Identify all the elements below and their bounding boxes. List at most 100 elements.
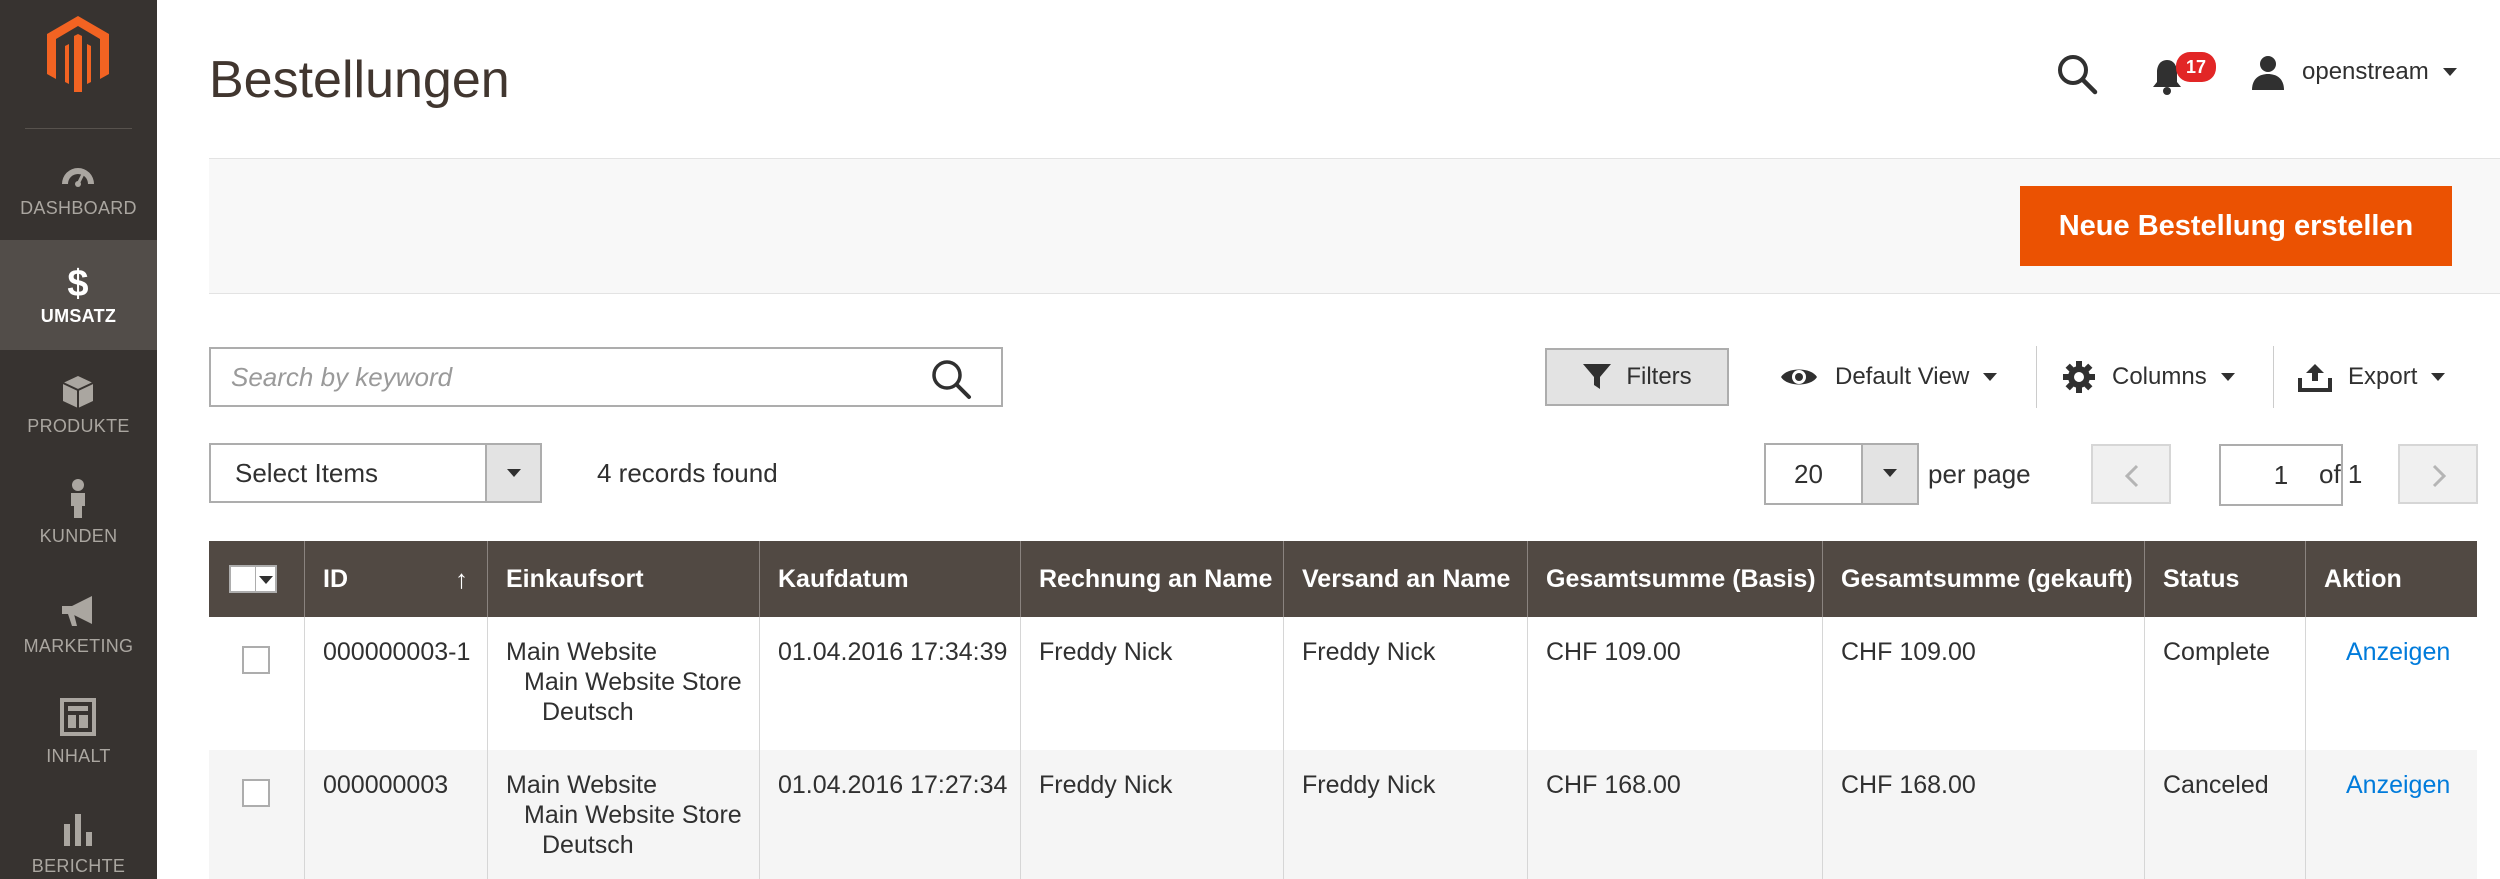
per-page-value: 20 (1794, 459, 1823, 489)
columns-selector[interactable]: Columns (2062, 352, 2235, 402)
mass-action-toggle[interactable] (485, 445, 540, 501)
sidebar-item-label: UMSATZ (40, 306, 117, 326)
create-order-button[interactable]: Neue Bestellung erstellen (2020, 186, 2452, 266)
column-header-id[interactable]: ID ↑ (304, 541, 487, 617)
previous-page-button[interactable] (2091, 444, 2171, 504)
column-header-select (209, 541, 304, 617)
svg-text:$: $ (67, 263, 88, 302)
per-page-label: per page (1928, 459, 2031, 489)
sidebar-item-dashboard[interactable]: DASHBOARD (0, 130, 157, 240)
cell-store: Main Website Main Website Store Deutsch (487, 617, 759, 750)
column-header-bill-to[interactable]: Rechnung an Name (1020, 541, 1283, 617)
user-menu[interactable]: openstream (2250, 52, 2457, 92)
records-count: 4 records found (597, 458, 778, 488)
sidebar-item-produkte[interactable]: PRODUKTE (0, 350, 157, 460)
per-page-toggle[interactable] (1861, 445, 1917, 503)
cell-date: 01.04.2016 17:27:34 (759, 750, 1020, 879)
megaphone-icon (62, 596, 92, 626)
cell-ship-to: Freddy Nick (1283, 617, 1527, 750)
search-submit-icon[interactable] (929, 357, 973, 401)
user-icon (2252, 56, 2284, 90)
layout-icon (60, 698, 96, 736)
cell-ship-to: Freddy Nick (1283, 750, 1527, 879)
toolbar-divider (2036, 346, 2037, 408)
sort-ascending-icon: ↑ (455, 564, 468, 594)
notification-count-badge[interactable]: 17 (2176, 52, 2216, 82)
view-order-link[interactable]: Anzeigen (2346, 771, 2450, 799)
sidebar-item-label: BERICHTE (31, 856, 126, 876)
cell-bill-to: Freddy Nick (1020, 617, 1283, 750)
eye-icon (1781, 369, 1817, 385)
chevron-right-icon (2432, 464, 2447, 488)
cell-total-base: CHF 168.00 (1527, 750, 1822, 879)
cell-status: Complete (2144, 617, 2305, 750)
chevron-down-icon (2442, 68, 2457, 76)
table-row[interactable]: 000000003 Main Website Main Website Stor… (209, 750, 2477, 879)
sidebar-item-umsatz[interactable]: $ UMSATZ (0, 240, 157, 350)
cell-status: Canceled (2144, 750, 2305, 879)
sidebar-divider (25, 128, 132, 129)
cell-id: 000000003 (304, 750, 487, 879)
table-row[interactable]: 000000003-1 Main Website Main Website St… (209, 617, 2477, 750)
chevron-down-icon (1883, 469, 1897, 477)
column-header-action: Aktion (2305, 541, 2477, 617)
cell-store: Main Website Main Website Store Deutsch (487, 750, 759, 879)
view-selector[interactable]: Default View (1779, 352, 1998, 402)
view-order-link[interactable]: Anzeigen (2346, 638, 2450, 666)
column-header-status[interactable]: Status (2144, 541, 2305, 617)
sidebar: DASHBOARD $ UMSATZ PRODUKTE KUNDEN MARKE… (0, 0, 157, 879)
filters-button[interactable]: Filters (1545, 348, 1729, 406)
filters-label: Filters (1626, 363, 1692, 390)
search-icon[interactable] (2055, 52, 2099, 96)
mass-action-label: Select Items (235, 458, 379, 488)
chevron-down-icon (2220, 373, 2235, 381)
per-page-select[interactable]: 20 (1764, 443, 1919, 505)
page-title: Bestellungen (209, 51, 510, 109)
dollar-icon: $ (67, 263, 88, 302)
grid-header-row: ID ↑ Einkaufsort Kaufdatum Rechnung an N… (209, 541, 2477, 617)
sidebar-item-label: MARKETING (23, 636, 134, 656)
bar-chart-icon (64, 814, 92, 846)
keyword-search (209, 347, 1003, 407)
view-label: Default View (1835, 363, 1970, 390)
chevron-down-icon (259, 576, 273, 584)
column-header-total-base[interactable]: Gesamtsumme (Basis) (1527, 541, 1822, 617)
search-input[interactable] (231, 349, 911, 405)
dashboard-icon (62, 168, 94, 187)
column-header-total-purchased[interactable]: Gesamtsumme (gekauft) (1822, 541, 2144, 617)
sidebar-item-marketing[interactable]: MARKETING (0, 570, 157, 680)
user-name: openstream (2302, 58, 2429, 85)
sidebar-item-label: DASHBOARD (20, 198, 137, 218)
chevron-left-icon (2124, 464, 2139, 488)
chevron-down-icon (2431, 373, 2446, 381)
funnel-icon (1583, 364, 1612, 389)
row-checkbox[interactable] (242, 646, 270, 674)
gear-icon (2063, 361, 2095, 393)
cell-total-purchased: CHF 109.00 (1822, 617, 2144, 750)
cell-bill-to: Freddy Nick (1020, 750, 1283, 879)
mass-action-select[interactable]: Select Items (209, 443, 542, 503)
cell-date: 01.04.2016 17:34:39 (759, 617, 1020, 750)
next-page-button[interactable] (2398, 444, 2478, 504)
export-selector[interactable]: Export (2298, 352, 2446, 402)
column-header-store[interactable]: Einkaufsort (487, 541, 759, 617)
mass-select-checkbox[interactable] (229, 565, 277, 593)
cell-id: 000000003-1 (304, 617, 487, 750)
toolbar-divider (2273, 346, 2274, 408)
person-icon (71, 479, 85, 518)
column-header-date[interactable]: Kaufdatum (759, 541, 1020, 617)
cell-total-purchased: CHF 168.00 (1822, 750, 2144, 879)
cell-total-base: CHF 109.00 (1527, 617, 1822, 750)
sidebar-item-label: INHALT (46, 746, 111, 766)
column-header-ship-to[interactable]: Versand an Name (1283, 541, 1527, 617)
export-label: Export (2348, 363, 2418, 390)
sidebar-item-label: PRODUKTE (27, 416, 130, 436)
magento-logo-icon[interactable] (47, 16, 109, 92)
box-icon (62, 376, 94, 408)
sidebar-item-kunden[interactable]: KUNDEN (0, 460, 157, 570)
chevron-down-icon (507, 469, 521, 477)
sidebar-item-label: KUNDEN (39, 526, 118, 546)
row-checkbox[interactable] (242, 779, 270, 807)
sidebar-item-inhalt[interactable]: INHALT (0, 680, 157, 790)
sidebar-item-berichte[interactable]: BERICHTE (0, 790, 157, 879)
